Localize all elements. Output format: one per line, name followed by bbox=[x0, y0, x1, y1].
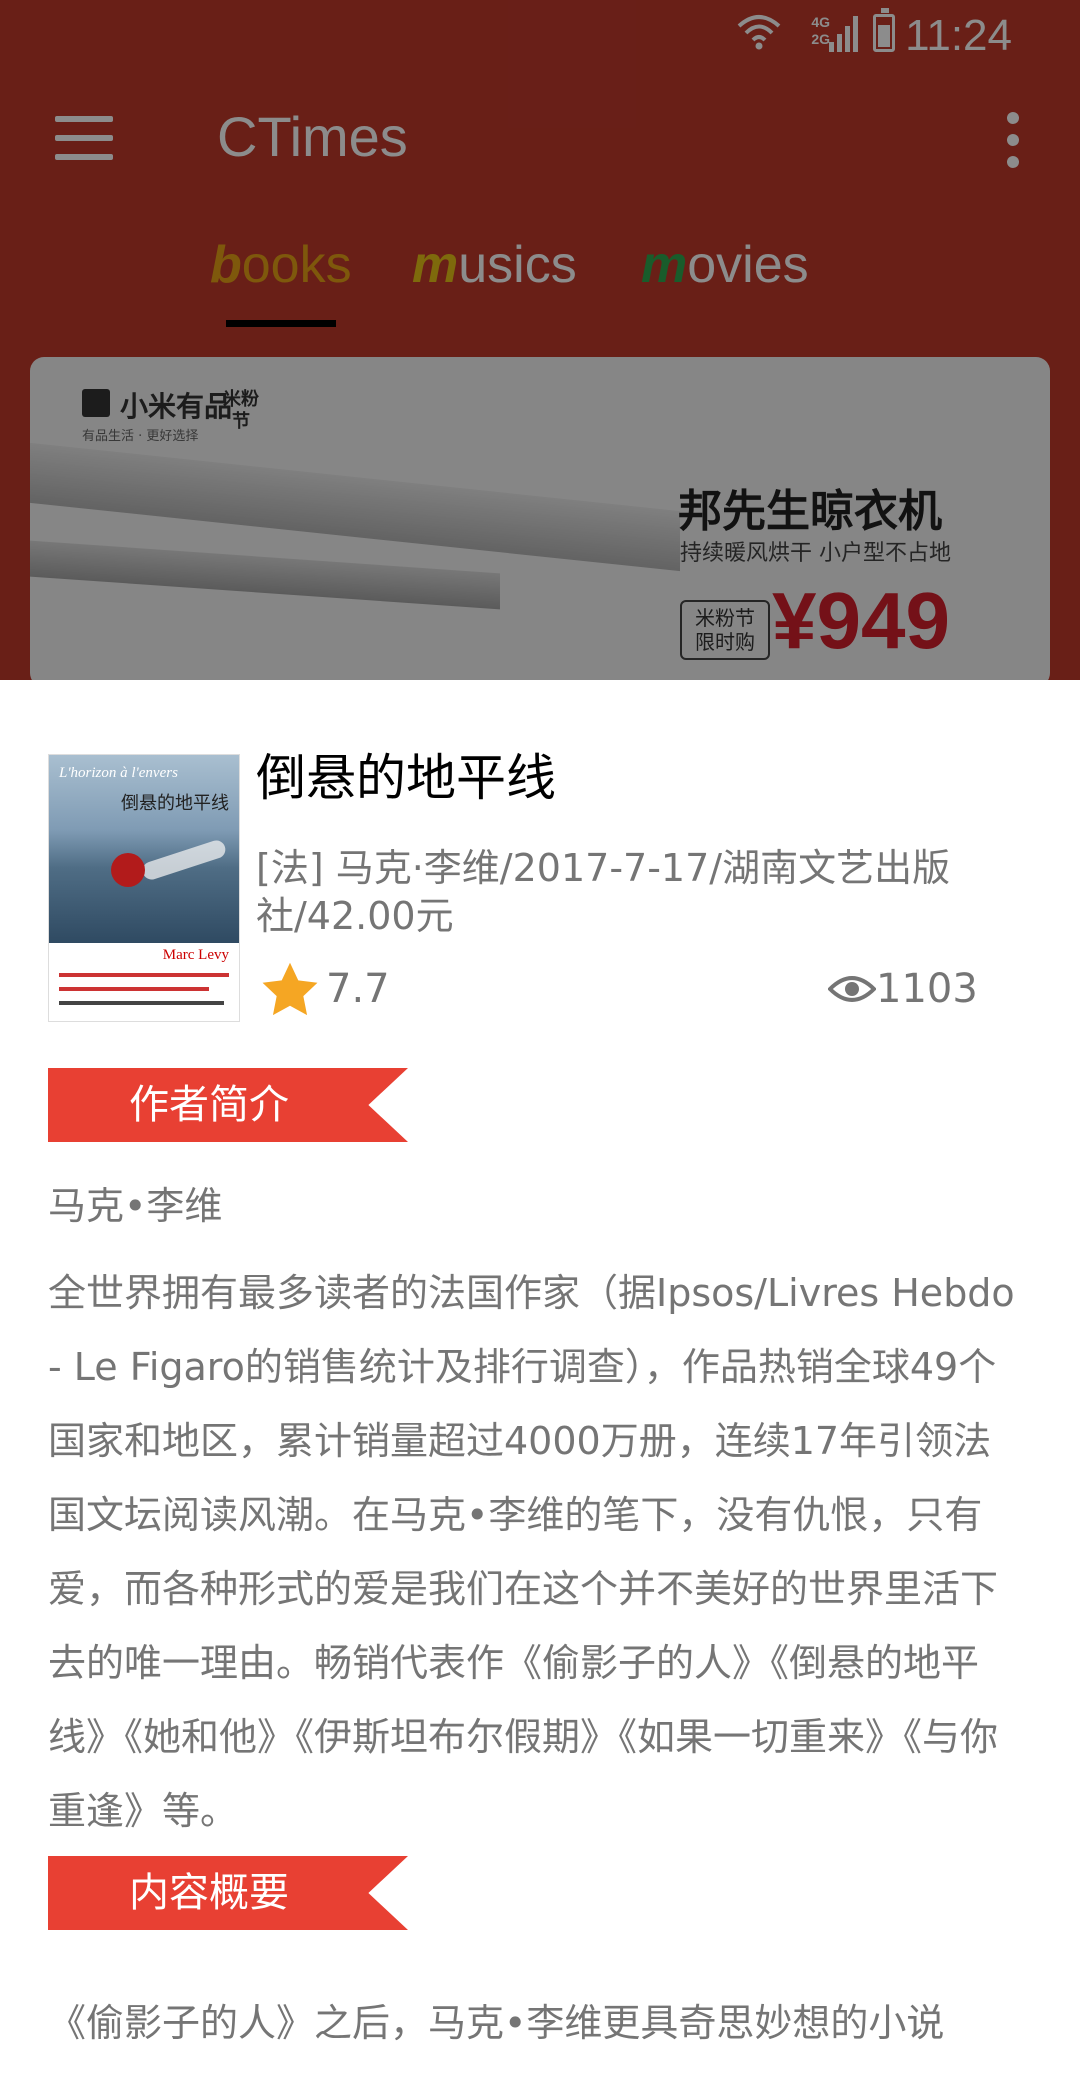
author-section-header: 作者简介 bbox=[48, 1068, 408, 1142]
author-intro: 全世界拥有最多读者的法国作家（据Ipsos/Livres Hebdo - Le … bbox=[48, 1271, 1015, 1833]
star-icon bbox=[262, 962, 318, 1016]
content-section-header: 内容概要 bbox=[48, 1856, 408, 1930]
cover-figure bbox=[111, 853, 145, 887]
cover-title-cn: 倒悬的地平线 bbox=[121, 793, 229, 814]
cover-text-line bbox=[59, 973, 229, 977]
book-detail-sheet: L'horizon à l'envers 倒悬的地平线 Marc Levy 倒悬… bbox=[0, 680, 1080, 2076]
book-meta: [法] 马克·李维/2017-7-17/湖南文艺出版社/42.00元 bbox=[256, 846, 951, 938]
app-background: 4G 2G 11:24 CTimes books musics movies 小… bbox=[0, 0, 1080, 687]
content-summary: 《偷影子的人》之后，马克•李维更具奇思妙想的小说 bbox=[48, 2001, 945, 2045]
author-name: 马克•李维 bbox=[48, 1184, 223, 1228]
book-rating: 7.7 bbox=[326, 966, 390, 1012]
book-cover: L'horizon à l'envers 倒悬的地平线 Marc Levy bbox=[48, 754, 240, 1022]
cover-text-line bbox=[59, 1001, 224, 1005]
eye-icon bbox=[828, 976, 876, 1002]
scrim-overlay[interactable] bbox=[0, 0, 1080, 680]
book-title: 倒悬的地平线 bbox=[256, 749, 556, 807]
content-section-label: 内容概要 bbox=[129, 1870, 289, 1916]
cover-figure-shadow bbox=[140, 838, 228, 882]
cover-author-en: Marc Levy bbox=[162, 947, 229, 963]
cover-text-line bbox=[59, 987, 209, 991]
book-views: 1103 bbox=[876, 966, 978, 1012]
author-section-label: 作者简介 bbox=[129, 1082, 289, 1128]
cover-title-en: L'horizon à l'envers bbox=[59, 765, 178, 781]
